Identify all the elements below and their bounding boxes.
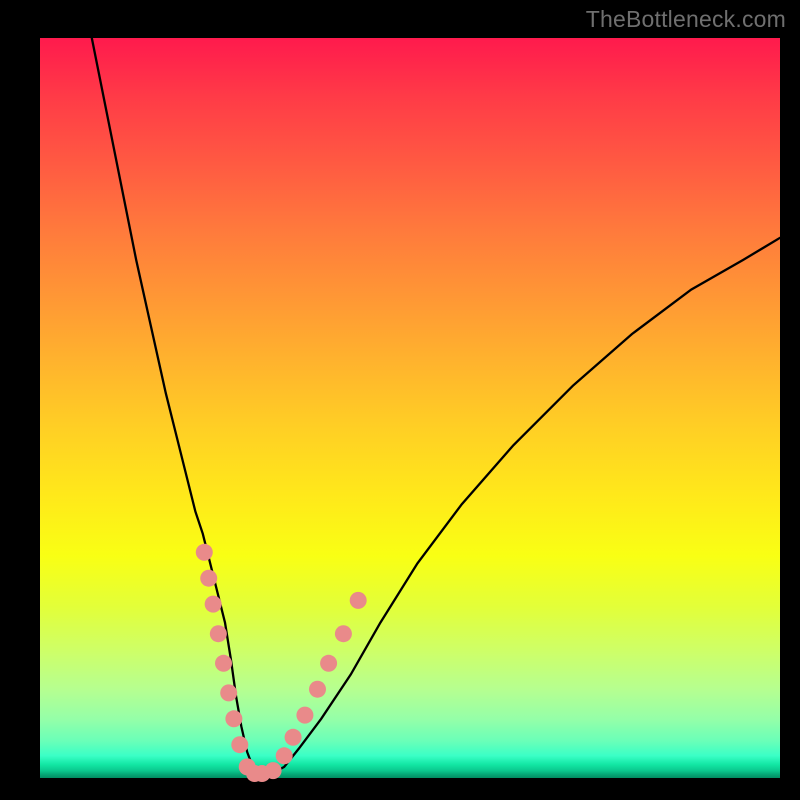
- data-marker: [196, 544, 213, 561]
- data-markers: [196, 544, 367, 782]
- plot-area: [40, 38, 780, 778]
- data-marker: [285, 729, 302, 746]
- data-marker: [215, 655, 232, 672]
- data-marker: [265, 762, 282, 779]
- data-marker: [296, 707, 313, 724]
- chart-frame: TheBottleneck.com: [0, 0, 800, 800]
- bottleneck-curve: [92, 38, 780, 775]
- data-marker: [210, 625, 227, 642]
- data-marker: [350, 592, 367, 609]
- chart-svg: [40, 38, 780, 778]
- data-marker: [335, 625, 352, 642]
- data-marker: [231, 736, 248, 753]
- data-marker: [309, 681, 326, 698]
- data-marker: [200, 570, 217, 587]
- data-marker: [320, 655, 337, 672]
- data-marker: [205, 596, 222, 613]
- data-marker: [220, 684, 237, 701]
- data-marker: [225, 710, 242, 727]
- watermark-text: TheBottleneck.com: [586, 6, 786, 33]
- data-marker: [276, 747, 293, 764]
